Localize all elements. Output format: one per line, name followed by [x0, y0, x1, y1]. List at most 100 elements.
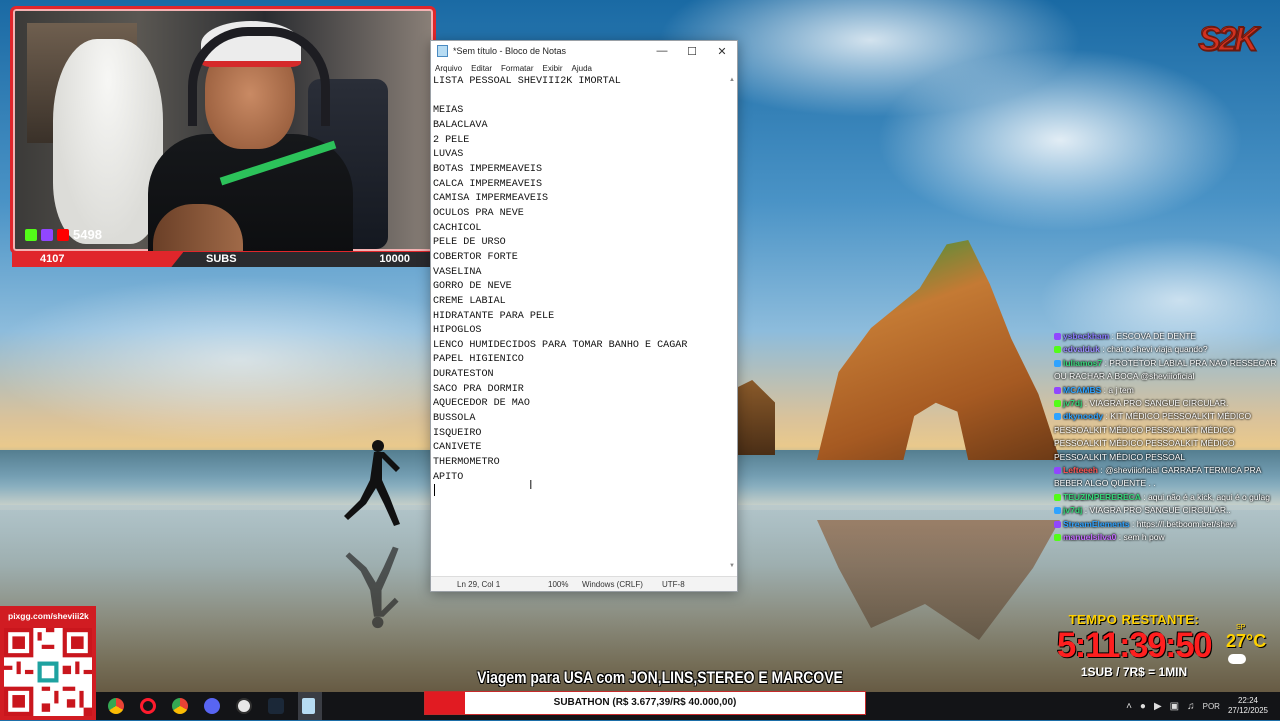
subathon-bar: SUBATHON (R$ 3.677,39/R$ 40.000,00): [424, 691, 866, 715]
chat-badge-icon: [1054, 507, 1061, 515]
notepad-title: *Sem título - Bloco de Notas: [453, 46, 567, 56]
channel-logo: S2K: [1196, 12, 1265, 69]
subs-current: 4107: [40, 253, 65, 265]
chat-message: jv7dj : VIAGRA PRO SANGUE CIRCULAR..: [1050, 504, 1280, 517]
steam-icon[interactable]: [268, 698, 284, 714]
maximize-icon[interactable]: ☐: [677, 45, 707, 58]
chat-username[interactable]: edvalduk: [1063, 344, 1100, 354]
chat-badge-icon: [1054, 333, 1061, 340]
chat-message: TEUZINPERERECA : aqui não é a kick, aqui…: [1050, 491, 1280, 504]
timer-label: TEMPO RESTANTE:: [1068, 612, 1200, 627]
channel-logo-graphic: S2K: [1198, 20, 1265, 59]
discord-icon[interactable]: [204, 698, 220, 714]
chat-badge-icon: [1054, 534, 1061, 542]
qr-code-graphic: [4, 628, 92, 716]
close-icon[interactable]: ✕: [707, 45, 737, 58]
weather-widget: SP 27°C: [1214, 624, 1280, 664]
subs-label: SUBS: [206, 253, 237, 265]
chat-message: StreamElements : https://l.betboom.bet/s…: [1050, 518, 1280, 531]
chat-text: : a j tem: [1101, 384, 1134, 395]
viewer-count-widget: 5498: [25, 227, 102, 242]
chat-message: ysbeckham : ESCOVA DE DENTE: [1050, 330, 1280, 343]
chat-text: : chat o shevi viaja quando?: [1099, 344, 1208, 355]
chat-message: luliamos7 : PROTETOR LABIAL PRA NAO RESS…: [1050, 357, 1280, 384]
chat-username[interactable]: ysbeckham: [1063, 331, 1109, 341]
chat-username[interactable]: dkynoody: [1063, 411, 1103, 421]
chat-badge-icon: [1054, 359, 1061, 367]
scroll-down-icon[interactable]: ▼: [729, 563, 735, 569]
chat-badge-icon: [1054, 520, 1061, 528]
menu-exibir[interactable]: Exibir: [542, 64, 567, 73]
opera-icon[interactable]: [140, 698, 156, 714]
subathon-text: SUBATHON (R$ 3.677,39/R$ 40.000,00): [553, 697, 737, 708]
marquee-text: Viagem para USA com JON,LINS,STEREO E MA…: [477, 668, 843, 687]
kick-icon: [25, 228, 37, 241]
chat-badge-icon: [1054, 386, 1061, 394]
viewer-count: 5498: [73, 227, 102, 242]
webcam-overlay: 5498: [10, 6, 436, 254]
minimize-icon[interactable]: —: [647, 45, 677, 57]
chat-username[interactable]: StreamElements: [1063, 519, 1130, 529]
network-icon[interactable]: ▣: [1170, 701, 1179, 712]
chat-badge-icon: [1054, 346, 1061, 354]
chat-badge-icon: [1054, 467, 1061, 475]
chat-message: dkynoody : KIT MÉDICO PESSOALKIT MÉDICO …: [1050, 410, 1280, 464]
notepad-text-area[interactable]: LISTA PESSOAL SHEVIII2K IMORTAL MEIAS BA…: [433, 75, 723, 571]
chat-username[interactable]: luliamos7: [1063, 358, 1102, 368]
chat-username[interactable]: MCAMBS: [1063, 385, 1101, 395]
chat-text: : sem h pow: [1116, 532, 1165, 543]
clock-date: 27/12/2025: [1227, 706, 1268, 715]
chrome-icon-2[interactable]: [172, 698, 188, 714]
chat-badge-icon: [1054, 493, 1061, 501]
timer-rate: 1SUB / 7R$ = 1MIN: [1080, 665, 1188, 679]
chrome-icon[interactable]: [108, 698, 124, 714]
chat-badge-icon: [1054, 400, 1061, 408]
chat-username[interactable]: TEUZINPERERECA: [1063, 492, 1141, 502]
chat-username[interactable]: Lefteeeh: [1063, 465, 1098, 475]
svg-text:S2K: S2K: [1198, 20, 1261, 58]
chat-text: : aqui não é a kick, aqui é o gulag: [1140, 491, 1270, 502]
chat-message: manuelsilva0 : sem h pow: [1050, 531, 1280, 544]
cam-headset: [188, 27, 330, 126]
notepad-titlebar[interactable]: *Sem título - Bloco de Notas — ☐ ✕: [431, 41, 737, 61]
chat-overlay: ysbeckham : ESCOVA DE DENTE edvalduk : ch…: [1050, 330, 1280, 610]
weather-temp: 27°C: [1226, 631, 1267, 651]
scroll-up-icon[interactable]: ▲: [729, 77, 735, 83]
microphone-icon[interactable]: ●: [1140, 701, 1146, 712]
notepad-scrollbar[interactable]: ▲ ▼: [727, 75, 737, 571]
notepad-window[interactable]: *Sem título - Bloco de Notas — ☐ ✕ Arqui…: [430, 40, 738, 592]
wallpaper-runner: [344, 440, 400, 526]
chat-text: : VIAGRA PRO SANGUE CIRCULAR.: [1082, 398, 1229, 409]
chat-username[interactable]: manuelsilva0: [1063, 532, 1116, 542]
language-indicator[interactable]: POR: [1203, 702, 1220, 711]
menu-ajuda[interactable]: Ajuda: [572, 64, 597, 73]
pix-qr-widget: pixgg.com/sheviii2k: [0, 606, 96, 720]
obs-icon[interactable]: [236, 698, 252, 714]
system-tray: ˄ ● ▶ ▣ ♫ POR 22:24 27/12/2025: [1126, 692, 1280, 720]
cloud-icon: [1228, 654, 1246, 664]
twitch-icon: [41, 228, 53, 241]
subs-goal: 10000: [379, 253, 410, 265]
chat-text: : ESCOVA DE DENTE: [1109, 331, 1197, 341]
status-zoom: 100%: [548, 579, 569, 589]
subs-goal-fill: [12, 252, 183, 267]
chat-message: MCAMBS : a j tem: [1050, 384, 1280, 397]
menu-editar[interactable]: Editar: [471, 64, 497, 73]
chat-message: edvalduk : chat o shevi viaja quando?: [1050, 343, 1280, 356]
timer-value: 5:11:39:50: [1056, 626, 1213, 665]
menu-arquivo[interactable]: Arquivo: [435, 64, 467, 73]
chat-username[interactable]: jv7dj: [1063, 398, 1082, 408]
volume-icon[interactable]: ♫: [1187, 701, 1195, 712]
qr-url: pixgg.com/sheviii2k: [8, 611, 89, 621]
taskbar-clock[interactable]: 22:24 27/12/2025: [1228, 696, 1268, 716]
weather-location: SP: [1236, 624, 1246, 631]
status-encoding: UTF-8: [662, 579, 685, 589]
notepad-icon[interactable]: [302, 698, 315, 714]
chat-username[interactable]: jv7dj: [1063, 505, 1082, 515]
qr-code: [4, 628, 92, 716]
chevron-up-icon[interactable]: ˄: [1126, 701, 1132, 712]
speaker-icon[interactable]: ▶: [1154, 701, 1162, 712]
chat-badge-icon: [1054, 413, 1061, 421]
menu-formatar[interactable]: Formatar: [501, 64, 538, 73]
clock-time: 22:24: [1237, 696, 1258, 705]
